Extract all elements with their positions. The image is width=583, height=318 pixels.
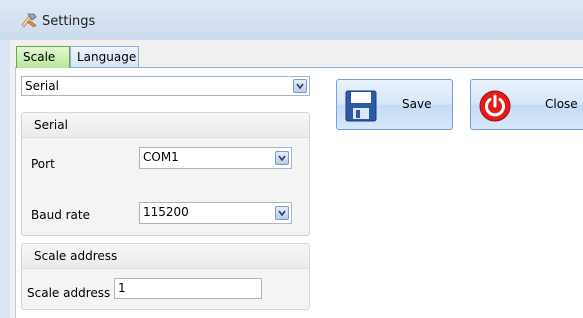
serial-group-title: Serial xyxy=(34,118,68,132)
tab-scale[interactable]: Scale xyxy=(16,46,70,68)
power-icon xyxy=(479,90,511,122)
chevron-down-icon[interactable] xyxy=(275,206,289,220)
baud-rate-label: Baud rate xyxy=(31,208,90,222)
connection-type-select[interactable]: Serial xyxy=(21,76,310,96)
save-button[interactable]: Save xyxy=(336,79,453,130)
baud-rate-value: 115200 xyxy=(143,205,189,219)
chevron-down-icon[interactable] xyxy=(293,79,307,93)
window-title: Settings xyxy=(42,14,96,29)
connection-type-value: Serial xyxy=(25,79,59,93)
baud-rate-select[interactable]: 115200 xyxy=(139,202,292,224)
close-button[interactable]: Close xyxy=(470,79,583,130)
port-label: Port xyxy=(31,157,55,171)
port-value: COM1 xyxy=(143,150,179,164)
title-bar: Settings xyxy=(0,0,583,40)
scale-address-label: Scale address xyxy=(27,286,111,300)
port-select[interactable]: COM1 xyxy=(139,147,292,169)
settings-app-icon xyxy=(21,13,37,28)
chevron-down-icon[interactable] xyxy=(275,151,289,165)
scale-address-group-title: Scale address xyxy=(34,249,118,263)
save-label: Save xyxy=(402,97,432,111)
close-label: Close xyxy=(545,97,578,111)
tab-language[interactable]: Language xyxy=(70,46,139,68)
scale-address-value: 1 xyxy=(118,281,126,295)
scale-address-input[interactable]: 1 xyxy=(114,278,262,299)
serial-group-header: Serial xyxy=(22,113,309,138)
floppy-disk-icon xyxy=(345,90,377,122)
scale-address-group-header: Scale address xyxy=(22,244,309,269)
